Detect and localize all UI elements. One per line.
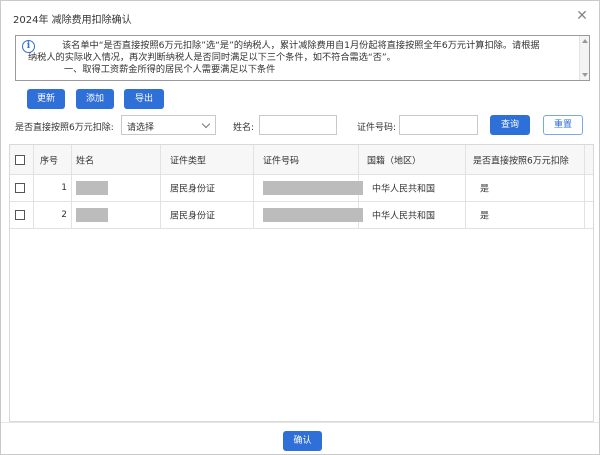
row-checkbox-cell bbox=[10, 202, 34, 228]
close-icon[interactable]: ✕ bbox=[575, 9, 589, 23]
row-id-type: 居民身份证 bbox=[170, 184, 216, 195]
row-direct-deduction: 是 bbox=[480, 184, 490, 195]
notice-box: i 该名单中“是否直接按照6万元扣除”选“是”的纳税人，累计减除费用自1月份起将… bbox=[15, 35, 590, 81]
column-header: 国籍（地区） bbox=[367, 156, 422, 166]
direct-deduction-select[interactable]: 请选择 bbox=[121, 115, 216, 135]
row-id-number-cell bbox=[254, 202, 363, 228]
row-id-type: 居民身份证 bbox=[170, 211, 216, 222]
row-index: 1 bbox=[61, 183, 67, 193]
header-checkbox-cell bbox=[10, 145, 34, 174]
row-nationality-cell: 中华人民共和国 bbox=[359, 202, 466, 228]
row-index-cell: 1 bbox=[34, 175, 72, 201]
redacted-id-number bbox=[263, 181, 363, 195]
confirm-button[interactable]: 确认 bbox=[283, 431, 322, 451]
name-label: 姓名: bbox=[233, 123, 255, 133]
query-button[interactable]: 查询 bbox=[490, 115, 530, 135]
redacted-name bbox=[76, 208, 108, 222]
notice-line-2: 纳税人的实际收入情况，再次判断纳税人是否同时满足以下三个条件，如不符合需选“否”… bbox=[28, 52, 396, 63]
column-header: 证件类型 bbox=[170, 156, 207, 166]
column-header: 姓名 bbox=[76, 156, 95, 166]
taxpayer-table: 序号 姓名 证件类型 证件号码 国籍（地区） 是否直接按照6万元扣除 1 居民身… bbox=[9, 144, 594, 422]
reset-button[interactable]: 重置 bbox=[543, 115, 583, 135]
direct-deduction-value: 请选择 bbox=[127, 123, 155, 133]
row-direct-deduction-cell: 是 bbox=[466, 175, 585, 201]
header-index: 序号 bbox=[34, 145, 72, 174]
notice-line-3: 一、取得工资薪金所得的居民个人需要满足以下条件 bbox=[64, 64, 276, 75]
notice-scrollbar[interactable] bbox=[579, 36, 589, 80]
header-id-number: 证件号码 bbox=[254, 145, 359, 174]
row-nationality: 中华人民共和国 bbox=[372, 184, 436, 195]
header-direct-deduction: 是否直接按照6万元扣除 bbox=[466, 145, 585, 174]
redacted-id-number bbox=[263, 208, 363, 222]
row-name-cell bbox=[72, 175, 161, 201]
id-number-input[interactable] bbox=[399, 115, 478, 135]
direct-deduction-label: 是否直接按照6万元扣除: bbox=[15, 123, 114, 133]
row-checkbox-cell bbox=[10, 175, 34, 201]
table-row[interactable]: 2 居民身份证 中华人民共和国 是 bbox=[10, 202, 593, 229]
table-header: 序号 姓名 证件类型 证件号码 国籍（地区） 是否直接按照6万元扣除 bbox=[10, 145, 593, 175]
row-id-type-cell: 居民身份证 bbox=[161, 175, 254, 201]
scroll-down-icon[interactable] bbox=[582, 73, 588, 77]
table-row[interactable]: 1 居民身份证 中华人民共和国 是 bbox=[10, 175, 593, 202]
row-nationality: 中华人民共和国 bbox=[372, 211, 436, 222]
row-index-cell: 2 bbox=[34, 202, 72, 228]
row-index: 2 bbox=[61, 210, 67, 220]
row-name-cell bbox=[72, 202, 161, 228]
row-checkbox[interactable] bbox=[15, 183, 25, 193]
name-input[interactable] bbox=[259, 115, 337, 135]
header-name: 姓名 bbox=[72, 145, 161, 174]
add-button[interactable]: 添加 bbox=[76, 89, 114, 109]
deduction-confirm-dialog: 2024年 减除费用扣除确认 ✕ i 该名单中“是否直接按照6万元扣除”选“是”… bbox=[0, 0, 600, 455]
header-id-type: 证件类型 bbox=[161, 145, 254, 174]
select-all-checkbox[interactable] bbox=[15, 154, 25, 165]
redacted-name bbox=[76, 181, 108, 195]
column-header: 是否直接按照6万元扣除 bbox=[473, 156, 569, 166]
scroll-up-icon[interactable] bbox=[582, 39, 588, 43]
dialog-title: 2024年 减除费用扣除确认 bbox=[13, 15, 132, 26]
row-id-type-cell: 居民身份证 bbox=[161, 202, 254, 228]
notice-text: 该名单中“是否直接按照6万元扣除”选“是”的纳税人，累计减除费用自1月份起将直接… bbox=[28, 40, 576, 76]
column-header: 证件号码 bbox=[263, 156, 300, 166]
chevron-down-icon bbox=[201, 119, 211, 129]
notice-line-1: 该名单中“是否直接按照6万元扣除”选“是”的纳税人，累计减除费用自1月份起将直接… bbox=[62, 40, 540, 51]
row-id-number-cell bbox=[254, 175, 363, 201]
row-nationality-cell: 中华人民共和国 bbox=[359, 175, 466, 201]
row-direct-deduction: 是 bbox=[480, 211, 490, 222]
column-header: 序号 bbox=[40, 156, 59, 166]
row-direct-deduction-cell: 是 bbox=[466, 202, 585, 228]
refresh-button[interactable]: 更新 bbox=[27, 89, 65, 109]
id-number-label: 证件号码: bbox=[357, 123, 397, 133]
row-checkbox[interactable] bbox=[15, 210, 25, 220]
footer-divider bbox=[1, 422, 599, 423]
header-nationality: 国籍（地区） bbox=[359, 145, 466, 174]
export-button[interactable]: 导出 bbox=[124, 89, 164, 109]
dialog-titlebar: 2024年 减除费用扣除确认 ✕ bbox=[1, 1, 599, 33]
